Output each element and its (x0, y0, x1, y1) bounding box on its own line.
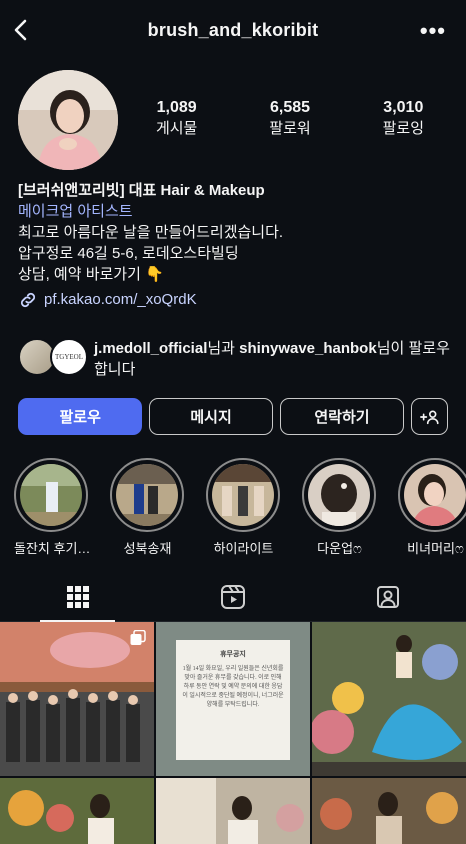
post-thumbnail[interactable]: 휴무공지 1월 14일 화요일, 우리 일원들은 신년회를 맞아 즐거운 휴무를… (156, 622, 310, 776)
highlight-ring (302, 458, 376, 532)
post-thumbnail[interactable] (0, 622, 154, 776)
highlight-label: 돌잔치 후기… (14, 541, 91, 556)
profile-username: brush_and_kkoribit (147, 20, 319, 40)
followed-by[interactable]: TGYEOL j.medoll_official님과 shinywave_han… (18, 338, 458, 380)
highlight-item[interactable]: 다운업ෆ (302, 458, 377, 557)
highlight-thumbnail (404, 464, 466, 526)
bio-name: [브러쉬앤꼬리빗] 대표 Hair & Makeup (18, 182, 265, 199)
highlight-item[interactable]: 비녀머리ෆ (398, 458, 466, 557)
highlight-thumbnail (116, 464, 178, 526)
action-buttons: 팔로우 메시지 연락하기 (18, 398, 448, 435)
stat-followers[interactable]: 6,585 팔로워 (233, 98, 346, 139)
post-thumbnail[interactable] (312, 778, 466, 844)
stat-followers-count: 6,585 (269, 99, 311, 116)
highlight-thumbnail (20, 464, 82, 526)
bio-line: 최고로 아름다운 날을 만들어드리겠습니다. (18, 224, 284, 241)
add-person-icon (419, 410, 439, 424)
stat-followers-label: 팔로워 (269, 120, 311, 137)
highlight-label: 다운업ෆ (317, 541, 362, 556)
avatar[interactable] (18, 70, 118, 170)
tagged-icon (377, 585, 400, 608)
profile-tabs (0, 572, 466, 622)
bio-link-text: pf.kakao.com/_xoQrdK (44, 291, 197, 308)
tab-reels[interactable] (155, 572, 310, 621)
profile-stats: 1,089 게시물 6,585 팔로워 3,010 팔로잉 (120, 98, 460, 139)
followed-by-user2[interactable]: shinywave_hanbok (239, 340, 377, 357)
highlight-ring (14, 458, 88, 532)
mutual-avatar: TGYEOL (50, 338, 88, 376)
highlight-ring (110, 458, 184, 532)
post-thumbnail[interactable] (156, 778, 310, 844)
highlight-label: 비녀머리ෆ (407, 541, 464, 556)
notice-body: 1월 14일 화요일, 우리 일원들은 신년회를 맞아 즐거운 휴무를 갖습니다… (182, 666, 284, 708)
stat-posts[interactable]: 1,089 게시물 (120, 98, 233, 139)
bio-category: 메이크업 아티스트 (18, 203, 133, 220)
stat-following-label: 팔로잉 (382, 120, 425, 137)
more-options-icon[interactable]: ••• (420, 20, 446, 42)
highlight-item[interactable]: 성북송재 (110, 458, 185, 557)
post-thumbnail[interactable] (312, 622, 466, 776)
bio-line: 압구정로 46길 5-6, 로데오스타빌딩 (18, 245, 239, 262)
followed-by-connector: 님과 (207, 340, 240, 357)
stat-posts-count: 1,089 (156, 99, 197, 116)
stat-posts-label: 게시물 (155, 120, 198, 137)
carousel-icon (130, 630, 146, 645)
highlight-ring (206, 458, 280, 532)
notice-title: 휴무공지 (220, 650, 246, 658)
followed-by-user1[interactable]: j.medoll_official (94, 340, 207, 357)
message-button[interactable]: 메시지 (149, 398, 273, 435)
bio-link[interactable]: pf.kakao.com/_xoQrdK (18, 289, 458, 310)
grid-icon (66, 585, 89, 608)
mutual-avatar-logo: TGYEOL (55, 353, 83, 361)
tab-tagged[interactable] (311, 572, 466, 621)
profile-bio: [브러쉬앤꼬리빗] 대표 Hair & Makeup 메이크업 아티스트 최고로… (18, 180, 458, 310)
highlight-thumbnail (308, 464, 370, 526)
stat-following[interactable]: 3,010 팔로잉 (347, 98, 460, 139)
highlight-label: 성북송재 (123, 541, 172, 556)
story-highlights: 돌잔치 후기… 성북송재 하이라이트 다운업ෆ 비녀머리ෆ (14, 458, 466, 557)
notice-card: 휴무공지 1월 14일 화요일, 우리 일원들은 신년회를 맞아 즐거운 휴무를… (176, 640, 290, 760)
reels-icon (220, 584, 245, 609)
stat-following-count: 3,010 (383, 99, 424, 116)
highlight-label: 하이라이트 (213, 541, 274, 556)
tab-posts-grid[interactable] (0, 572, 155, 622)
highlight-ring (398, 458, 466, 532)
highlight-thumbnail (212, 464, 274, 526)
highlight-item[interactable]: 하이라이트 (206, 458, 281, 557)
add-person-button[interactable] (411, 398, 448, 435)
highlight-item[interactable]: 돌잔치 후기… (14, 458, 91, 557)
top-bar: brush_and_kkoribit ••• (0, 0, 466, 62)
post-thumbnail[interactable] (0, 778, 154, 844)
bio-line: 상담, 예약 바로가기 👇 (18, 266, 164, 283)
post-grid: 휴무공지 1월 14일 화요일, 우리 일원들은 신년회를 맞아 즐거운 휴무를… (0, 622, 466, 844)
contact-button[interactable]: 연락하기 (279, 398, 405, 435)
mutual-avatars: TGYEOL (18, 338, 88, 378)
link-icon (20, 292, 36, 307)
followed-by-text: j.medoll_official님과 shinywave_hanbok님이 팔… (94, 338, 458, 380)
follow-button[interactable]: 팔로우 (18, 398, 143, 435)
